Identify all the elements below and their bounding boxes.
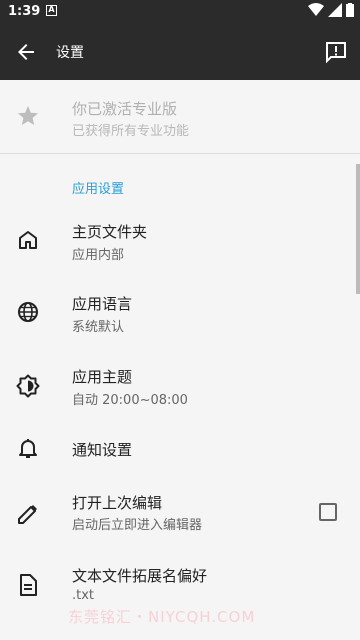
globe-icon xyxy=(18,302,38,322)
setting-title: 应用主题 xyxy=(72,368,133,386)
app-bar: 设置 xyxy=(0,24,360,80)
setting-notifications[interactable]: 通知设置 xyxy=(0,420,360,492)
home-icon xyxy=(19,231,37,249)
setting-title: 文本文件拓展名偏好 xyxy=(72,567,208,585)
setting-subtitle: .txt xyxy=(72,588,95,603)
watermark: 东莞铭汇・NIYCQH.COM xyxy=(68,608,256,626)
scrollbar[interactable] xyxy=(356,164,360,294)
setting-subtitle: 启动后立即进入编辑器 xyxy=(72,518,203,533)
pencil-icon xyxy=(18,505,37,524)
battery-icon xyxy=(346,3,354,17)
setting-title: 打开上次编辑 xyxy=(72,494,163,512)
setting-title: 通知设置 xyxy=(72,441,133,459)
pro-subtitle: 已获得所有专业功能 xyxy=(72,124,190,139)
setting-subtitle: 自动 20:00~08:00 xyxy=(72,393,188,408)
brightness-icon xyxy=(16,374,40,398)
setting-title: 应用语言 xyxy=(72,295,133,313)
settings-list: 你已激活专业版 已获得所有专业功能 应用设置 主页文件夹 应用内部 应用语言 系… xyxy=(0,80,360,640)
setting-open-last-edit[interactable]: 打开上次编辑 启动后立即进入编辑器 xyxy=(0,488,360,560)
signal-icon xyxy=(328,3,342,17)
setting-theme[interactable]: 应用主题 自动 20:00~08:00 xyxy=(0,348,360,420)
status-icons xyxy=(308,3,354,17)
setting-language[interactable]: 应用语言 系统默认 xyxy=(0,276,360,348)
setting-home-folder[interactable]: 主页文件夹 应用内部 xyxy=(0,204,360,276)
pro-status-row: 你已激活专业版 已获得所有专业功能 xyxy=(0,80,360,154)
notification-icon: A xyxy=(46,5,57,16)
status-time: 1:39 xyxy=(8,4,41,19)
open-last-edit-checkbox[interactable] xyxy=(319,503,337,521)
feedback-icon[interactable] xyxy=(324,40,348,64)
setting-subtitle: 系统默认 xyxy=(72,320,125,335)
star-icon xyxy=(18,106,38,125)
setting-subtitle: 应用内部 xyxy=(72,248,125,263)
wifi-icon xyxy=(308,3,324,16)
section-header: 应用设置 xyxy=(72,182,125,197)
pro-title: 你已激活专业版 xyxy=(72,100,178,118)
back-arrow-icon[interactable] xyxy=(14,40,38,64)
bell-icon xyxy=(19,439,37,458)
setting-title: 主页文件夹 xyxy=(72,223,148,241)
file-icon xyxy=(20,574,37,596)
status-bar: 1:39 A xyxy=(0,0,360,24)
page-title: 设置 xyxy=(56,45,84,61)
